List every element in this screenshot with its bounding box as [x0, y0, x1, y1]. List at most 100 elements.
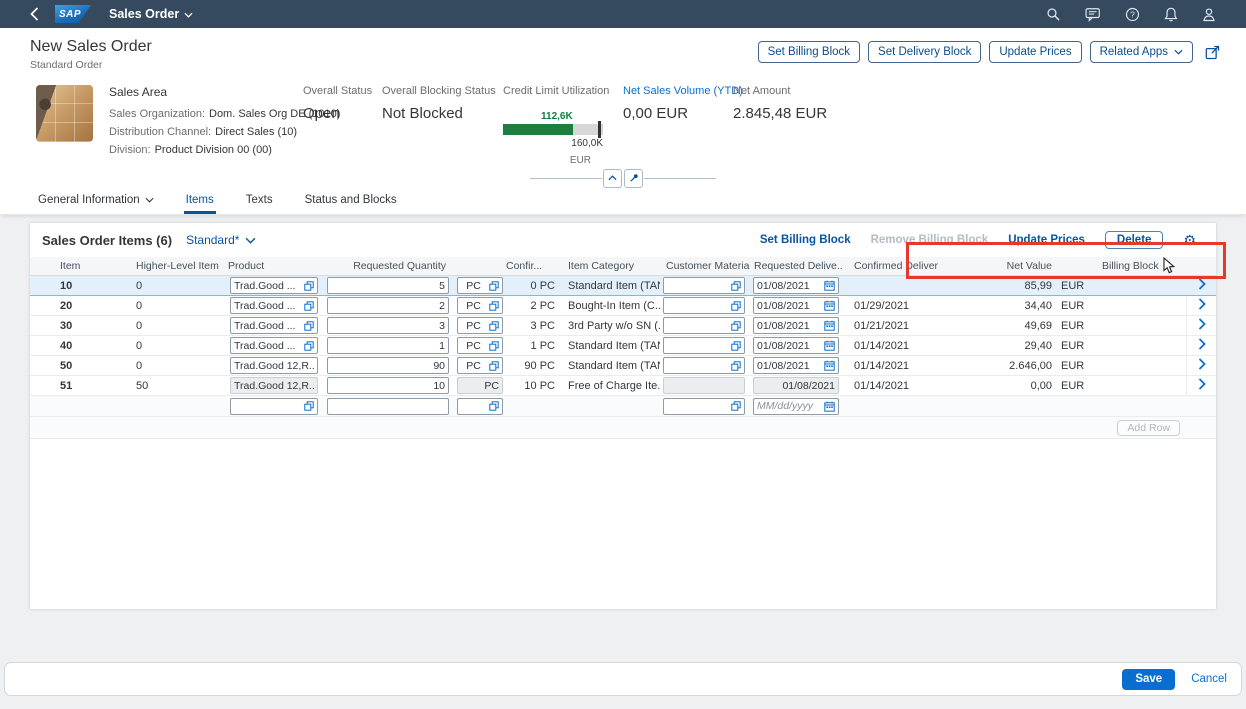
col-header-higher-level-item[interactable]: Higher-Level Item	[132, 260, 228, 272]
value-help-icon[interactable]	[489, 401, 499, 411]
requested-delivery-date-input[interactable]	[757, 280, 821, 292]
calendar-icon[interactable]	[824, 300, 835, 311]
table-row[interactable]: 30 0 3 PC 3rd Party w/o SN (... 01/21/20…	[30, 316, 1216, 336]
collapse-header-button[interactable]	[603, 169, 622, 188]
value-help-icon[interactable]	[731, 361, 741, 371]
col-header-item[interactable]: Item	[50, 260, 132, 272]
table-row[interactable]: 20 0 2 PC Bought-In Item (C... 01/29/202…	[30, 296, 1216, 316]
new-customer-material-input[interactable]	[667, 400, 728, 412]
unit-input[interactable]	[461, 340, 486, 352]
table-row[interactable]: 51 50 10 PC Free of Charge Ite... 01/14/…	[30, 376, 1216, 396]
table-row[interactable]: 50 0 90 PC Standard Item (TAN) 01/14/202…	[30, 356, 1216, 376]
cancel-button[interactable]: Cancel	[1191, 673, 1227, 685]
notifications-icon[interactable]	[1164, 7, 1178, 22]
col-header-confirmed[interactable]: Confir...	[506, 260, 560, 272]
quantity-input[interactable]	[331, 380, 445, 392]
save-button[interactable]: Save	[1122, 669, 1175, 690]
new-unit-input[interactable]	[461, 400, 486, 412]
value-help-icon[interactable]	[304, 281, 314, 291]
row-navigation-chevron[interactable]	[1198, 278, 1206, 293]
value-help-icon[interactable]	[304, 301, 314, 311]
new-product-input[interactable]	[234, 400, 301, 412]
value-help-icon[interactable]	[731, 341, 741, 351]
col-header-confirmed-delivery[interactable]: Confirmed Deliver...	[842, 260, 938, 272]
product-input[interactable]	[234, 320, 301, 332]
value-help-icon[interactable]	[731, 281, 741, 291]
value-help-icon[interactable]	[489, 301, 499, 311]
col-header-customer-material[interactable]: Customer Material	[660, 260, 750, 272]
col-header-net-value[interactable]: Net Value	[956, 260, 1052, 272]
product-input[interactable]	[234, 300, 301, 312]
back-icon[interactable]	[30, 7, 39, 21]
value-help-icon[interactable]	[731, 401, 741, 411]
requested-delivery-date-input[interactable]	[757, 320, 821, 332]
unit-input[interactable]	[461, 320, 486, 332]
requested-delivery-date-input[interactable]	[757, 340, 821, 352]
tab-status-and-blocks[interactable]: Status and Blocks	[303, 190, 399, 214]
table-row[interactable]: 40 0 1 PC Standard Item (TAN) 01/14/2021…	[30, 336, 1216, 356]
tab-texts[interactable]: Texts	[244, 190, 275, 214]
value-help-icon[interactable]	[489, 281, 499, 291]
variant-selector[interactable]: Standard*	[186, 233, 256, 247]
calendar-icon[interactable]	[824, 320, 835, 331]
row-navigation-chevron[interactable]	[1198, 358, 1206, 373]
quantity-input[interactable]	[331, 300, 445, 312]
calendar-icon[interactable]	[824, 340, 835, 351]
customer-material-input[interactable]	[667, 340, 728, 352]
new-requested-delivery-date-input[interactable]	[757, 400, 821, 412]
help-icon[interactable]: ?	[1125, 7, 1140, 22]
row-navigation-chevron[interactable]	[1198, 318, 1206, 333]
tab-items[interactable]: Items	[184, 190, 216, 214]
quantity-input[interactable]	[331, 320, 445, 332]
share-icon[interactable]	[1205, 45, 1220, 60]
unit-input[interactable]	[461, 300, 486, 312]
calendar-icon[interactable]	[824, 401, 835, 412]
table-delete-button[interactable]: Delete	[1105, 231, 1164, 249]
col-header-requested-delivery[interactable]: Requested Delive...	[750, 260, 842, 272]
customer-material-input[interactable]	[667, 360, 728, 372]
related-apps-button[interactable]: Related Apps	[1090, 41, 1193, 63]
set-delivery-block-button[interactable]: Set Delivery Block	[868, 41, 981, 63]
customer-material-input[interactable]	[667, 280, 728, 292]
value-help-icon[interactable]	[731, 301, 741, 311]
pin-header-button[interactable]	[624, 169, 643, 188]
value-help-icon[interactable]	[489, 321, 499, 331]
calendar-icon[interactable]	[824, 280, 835, 291]
product-input[interactable]	[234, 340, 301, 352]
col-header-product[interactable]: Product	[228, 260, 324, 272]
quantity-input[interactable]	[331, 280, 445, 292]
app-title-menu[interactable]: Sales Order	[109, 7, 193, 21]
search-icon[interactable]	[1046, 7, 1061, 22]
new-quantity-input[interactable]	[331, 400, 445, 412]
table-settings-gear-icon[interactable]: ⚙	[1183, 233, 1196, 247]
set-billing-block-button[interactable]: Set Billing Block	[758, 41, 860, 63]
row-navigation-chevron[interactable]	[1198, 298, 1206, 313]
unit-input[interactable]	[461, 280, 486, 292]
quantity-input[interactable]	[331, 360, 445, 372]
table-set-billing-block-button[interactable]: Set Billing Block	[760, 234, 851, 246]
customer-material-input[interactable]	[667, 300, 728, 312]
col-header-requested-quantity[interactable]: Requested Quantity	[324, 260, 454, 272]
tab-general-information[interactable]: General Information	[36, 190, 156, 214]
product-input[interactable]	[234, 280, 301, 292]
requested-delivery-date-input[interactable]	[757, 360, 821, 372]
unit-input[interactable]	[461, 360, 486, 372]
product-input[interactable]	[234, 360, 314, 372]
net-sales-link[interactable]: Net Sales Volume (YTD)	[623, 85, 733, 97]
user-icon[interactable]	[1202, 7, 1216, 22]
feedback-icon[interactable]	[1085, 7, 1101, 22]
value-help-icon[interactable]	[304, 341, 314, 351]
value-help-icon[interactable]	[304, 401, 314, 411]
table-row[interactable]: 10 0 0 PC Standard Item (TAN) 85,99 EUR	[30, 276, 1216, 296]
requested-delivery-date-input[interactable]	[757, 300, 821, 312]
value-help-icon[interactable]	[489, 341, 499, 351]
customer-material-input[interactable]	[667, 320, 728, 332]
col-header-item-category[interactable]: Item Category	[560, 260, 660, 272]
col-header-billing-block[interactable]: Billing Block	[1094, 260, 1186, 272]
row-navigation-chevron[interactable]	[1198, 378, 1206, 393]
value-help-icon[interactable]	[304, 321, 314, 331]
value-help-icon[interactable]	[731, 321, 741, 331]
value-help-icon[interactable]	[489, 361, 499, 371]
quantity-input[interactable]	[331, 340, 445, 352]
calendar-icon[interactable]	[824, 360, 835, 371]
